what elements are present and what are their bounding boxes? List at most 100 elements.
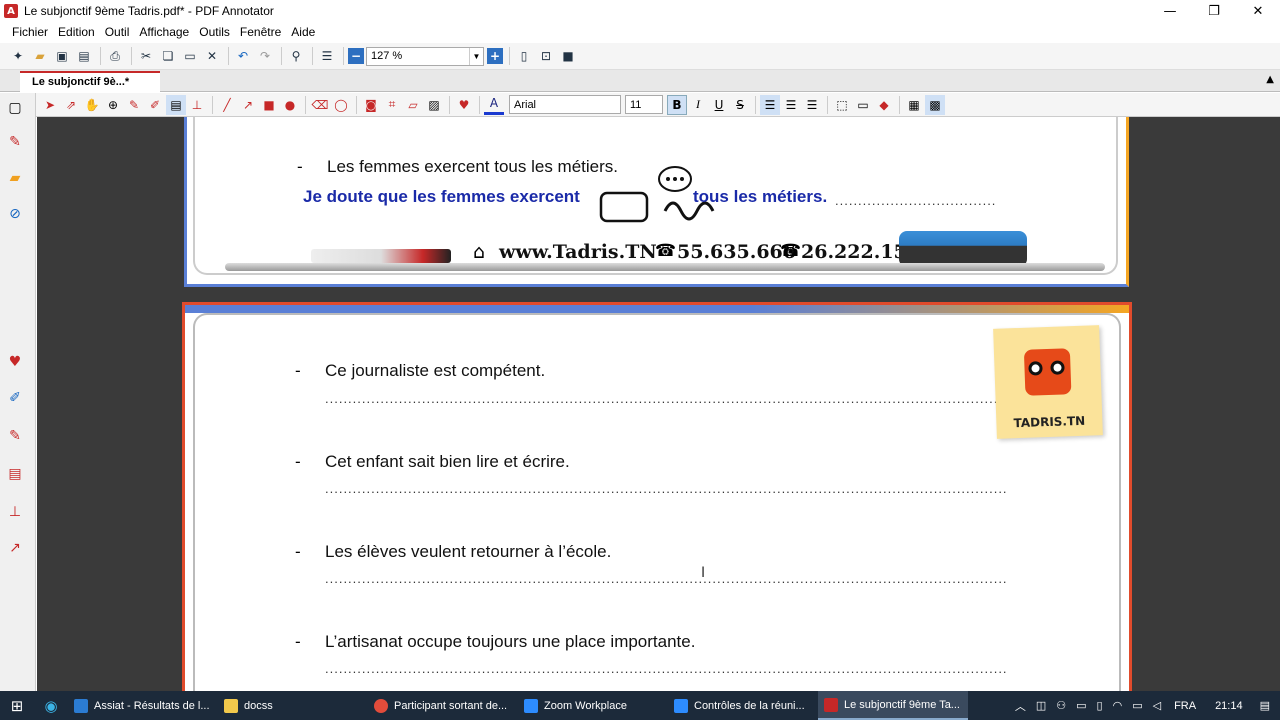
align-right-icon[interactable]: ☰ <box>802 95 822 115</box>
menu-fenetre[interactable]: Fenêtre <box>240 25 281 39</box>
paste-icon[interactable]: ▭ <box>180 46 200 66</box>
fit-page-icon[interactable]: ▯ <box>514 46 534 66</box>
font-size-select[interactable]: 11 <box>625 95 663 114</box>
font-family-select[interactable]: Arial <box>509 95 621 114</box>
menu-edition[interactable]: Edition <box>58 25 95 39</box>
ellipse-icon[interactable]: ● <box>280 95 300 115</box>
language-indicator[interactable]: FRA <box>1174 700 1196 712</box>
line-icon[interactable]: ╱ <box>217 95 237 115</box>
strikethrough-button[interactable]: S <box>730 95 750 115</box>
answer-dotted-line[interactable]: ........................................… <box>325 391 1007 406</box>
minimize-button[interactable]: — <box>1148 0 1192 22</box>
camera-icon[interactable]: ◙ <box>361 95 381 115</box>
volume-icon[interactable]: ◁ <box>1153 699 1161 712</box>
taskbar-item-active[interactable]: Le subjonctif 9ème Ta... <box>818 691 968 720</box>
pen-panel-icon[interactable]: ✎ <box>6 133 24 151</box>
text-box-icon[interactable]: ▤ <box>6 465 24 483</box>
answer-dotted-line[interactable]: ........................................… <box>325 481 1007 496</box>
arrow-icon[interactable]: ↗ <box>6 539 24 557</box>
network-icon[interactable]: ▭ <box>1132 699 1142 712</box>
underline-button[interactable]: U <box>709 95 729 115</box>
attachment-panel-icon[interactable]: ⊘ <box>6 205 24 223</box>
cut-icon[interactable]: ✂ <box>136 46 156 66</box>
taskbar-item[interactable]: Participant sortant de... <box>368 691 518 720</box>
edge-browser-icon[interactable]: ◉ <box>34 691 68 720</box>
windows-start-icon[interactable]: ⊞ <box>0 691 34 720</box>
redo-icon[interactable]: ↷ <box>255 46 275 66</box>
answer-dotted-line[interactable]: ........................................… <box>325 571 1007 586</box>
delete-icon[interactable]: ✕ <box>202 46 222 66</box>
select-arrow-icon[interactable]: ➤ <box>40 95 60 115</box>
taskbar-item[interactable]: Zoom Workplace <box>518 691 668 720</box>
tab-list-icon[interactable]: ▲ <box>1266 74 1274 85</box>
align-left-icon[interactable]: ☰ <box>760 94 780 115</box>
new-document-icon[interactable]: ✦ <box>8 46 28 66</box>
rectangle-icon[interactable]: ■ <box>259 95 279 115</box>
usb-icon[interactable]: ▯ <box>1097 699 1103 712</box>
bold-button[interactable]: B <box>667 94 687 115</box>
zoom-out-icon[interactable]: − <box>348 48 364 64</box>
ruler-icon[interactable]: ▱ <box>403 95 423 115</box>
menu-fichier[interactable]: Fichier <box>12 25 48 39</box>
drive-icon[interactable]: ▭ <box>1076 699 1086 712</box>
zoom-select[interactable]: 127 % ▼ <box>366 46 484 66</box>
meet-now-icon[interactable]: ◫ <box>1036 699 1046 712</box>
notes-panel-icon[interactable]: ▰ <box>6 169 24 187</box>
italic-button[interactable]: I <box>688 95 708 115</box>
fit-width-icon[interactable]: ⊡ <box>536 46 556 66</box>
tab-document[interactable]: Le subjonctif 9è...* <box>20 71 160 92</box>
print-icon[interactable]: ⎙ <box>105 46 125 66</box>
page-panel-icon[interactable]: ▢ <box>6 99 24 117</box>
notifications-icon[interactable]: ▤ <box>1260 699 1270 712</box>
save-all-icon[interactable]: ▤ <box>74 46 94 66</box>
save-icon[interactable]: ▣ <box>52 46 72 66</box>
properties-icon[interactable]: ▦ <box>904 95 924 115</box>
arrow-icon[interactable]: ↗ <box>238 95 258 115</box>
font-color-icon[interactable]: A <box>484 95 504 115</box>
answer-dotted-line[interactable]: ........................................… <box>325 661 1007 676</box>
text-box-icon[interactable]: ▤ <box>166 94 186 115</box>
snapshot-icon[interactable]: ▩ <box>925 94 945 115</box>
people-icon[interactable]: ⚇ <box>1056 699 1066 712</box>
open-folder-icon[interactable]: ▰ <box>30 46 50 66</box>
stamp-icon[interactable]: ⊥ <box>6 503 24 521</box>
fill-style-icon[interactable]: ▭ <box>853 95 873 115</box>
menu-affichage[interactable]: Affichage <box>139 25 189 39</box>
clock[interactable]: 21:14 <box>1215 700 1243 712</box>
restore-button[interactable]: ❐ <box>1192 0 1236 22</box>
blue-pen-icon[interactable]: ✐ <box>6 389 24 407</box>
chevron-up-icon[interactable]: ︿ <box>1015 698 1026 714</box>
menu-outil[interactable]: Outil <box>105 25 130 39</box>
hand-icon[interactable]: ✋ <box>82 95 102 115</box>
favorites-heart-icon[interactable]: ♥ <box>6 353 24 371</box>
border-style-icon[interactable]: ⬚ <box>832 95 852 115</box>
undo-icon[interactable]: ↶ <box>233 46 253 66</box>
pen-icon[interactable]: ✎ <box>124 95 144 115</box>
menu-outils[interactable]: Outils <box>199 25 230 39</box>
copy-icon[interactable]: ❏ <box>158 46 178 66</box>
zoom-tool-icon[interactable]: ⊕ <box>103 95 123 115</box>
marker-icon[interactable]: ✐ <box>145 95 165 115</box>
red-marker-icon[interactable]: ✎ <box>6 427 24 445</box>
stamp-icon[interactable]: ⊥ <box>187 95 207 115</box>
favorites-heart-icon[interactable]: ♥ <box>454 95 474 115</box>
wifi-icon[interactable]: ◠ <box>1113 699 1123 712</box>
zoom-in-icon[interactable]: + <box>487 48 503 64</box>
find-icon[interactable]: ⚲ <box>286 46 306 66</box>
taskbar-item-label: docss <box>244 699 273 712</box>
eraser-icon[interactable]: ⌫ <box>310 95 330 115</box>
crop-icon[interactable]: ⌗ <box>382 95 402 115</box>
select-text-icon[interactable]: ⇗ <box>61 95 81 115</box>
close-button[interactable]: ✕ <box>1236 0 1280 22</box>
fullscreen-icon[interactable]: ■ <box>558 46 578 66</box>
image-insert-icon[interactable]: ▨ <box>424 95 444 115</box>
fill-color-icon[interactable]: ◆ <box>874 95 894 115</box>
taskbar-item[interactable]: docss <box>218 691 368 720</box>
align-center-icon[interactable]: ☰ <box>781 95 801 115</box>
page-layout-icon[interactable]: ☰ <box>317 46 337 66</box>
menu-aide[interactable]: Aide <box>291 25 315 39</box>
lasso-icon[interactable]: ◯ <box>331 95 351 115</box>
taskbar-item[interactable]: Assiat - Résultats de l... <box>68 691 218 720</box>
taskbar-item[interactable]: Contrôles de la réuni... <box>668 691 818 720</box>
document-viewer[interactable]: - Les femmes exercent tous les métiers. … <box>37 117 1280 691</box>
